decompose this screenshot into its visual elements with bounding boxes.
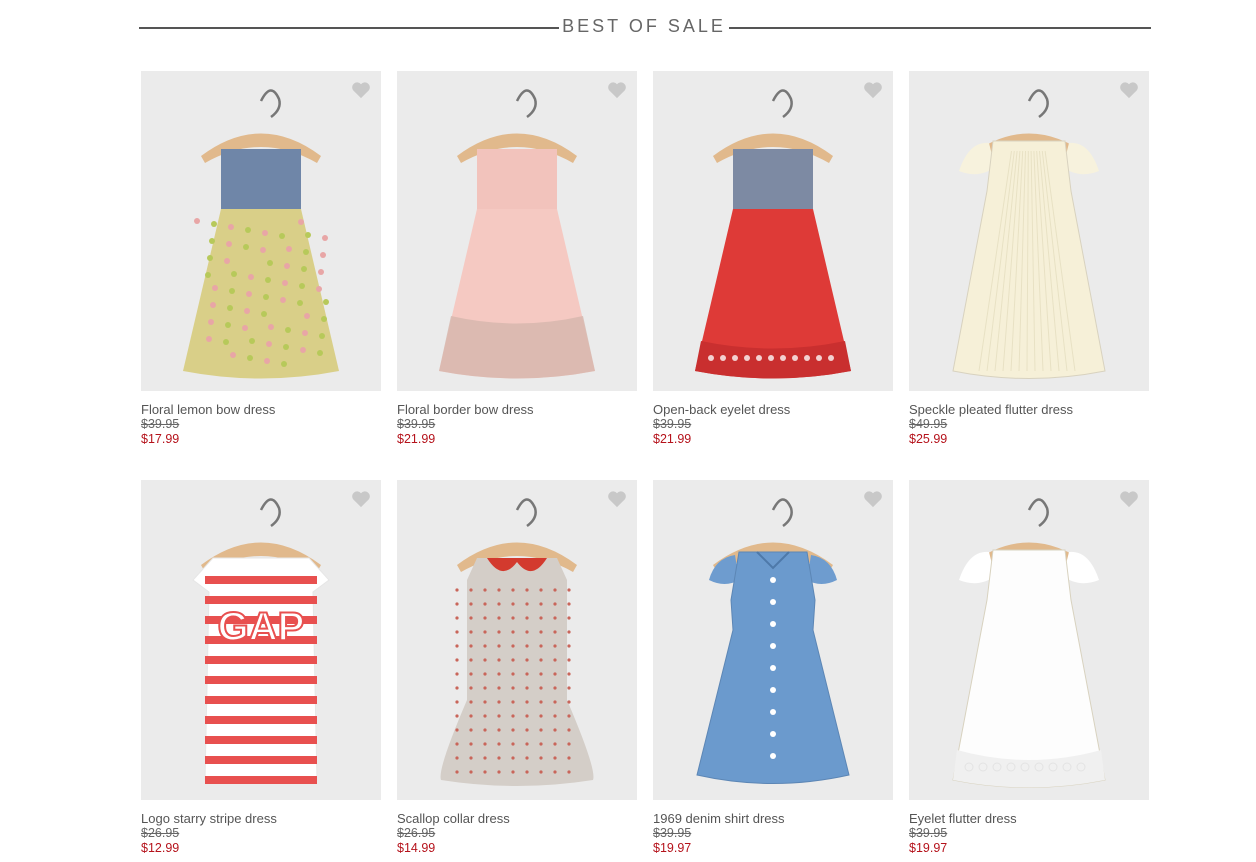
original-price: $49.95	[909, 417, 948, 431]
heart-icon[interactable]	[1119, 490, 1139, 508]
red-eyelet-dress-icon	[695, 89, 851, 379]
section-title: BEST OF SALE	[562, 16, 726, 36]
product-name[interactable]: Speckle pleated flutter dress	[909, 402, 1149, 417]
product-name[interactable]: Open-back eyelet dress	[653, 402, 893, 417]
striped-logo-dress-icon: GAP	[192, 498, 330, 784]
product-image[interactable]	[653, 71, 893, 391]
product-card[interactable]: Speckle pleated flutter dress $49.95 $25.9…	[909, 71, 1149, 447]
header-rule-right	[729, 27, 1151, 29]
product-card[interactable]: Open-back eyelet dress $39.95 $21.99	[653, 71, 893, 447]
product-image[interactable]: GAP	[141, 480, 381, 800]
sale-price: $19.97	[909, 841, 948, 855]
heart-icon[interactable]	[351, 81, 371, 99]
svg-text:GAP: GAP	[218, 605, 305, 649]
product-image[interactable]	[909, 71, 1149, 391]
original-price: $39.95	[653, 417, 692, 431]
header-rule-left	[139, 27, 559, 29]
denim-dress-icon	[696, 498, 850, 784]
white-eyelet-dress-icon	[952, 498, 1106, 788]
product-card[interactable]: 1969 denim shirt dress $39.95 $19.97	[653, 480, 893, 856]
product-card[interactable]: GAP Logo starry stripe dress $26.95 $12.99	[141, 480, 381, 856]
heart-icon[interactable]	[1119, 81, 1139, 99]
sale-price: $12.99	[141, 841, 180, 855]
original-price: $26.95	[141, 826, 180, 840]
product-card[interactable]: Floral border bow dress $39.95 $21.99	[397, 71, 637, 447]
sale-price: $21.99	[653, 432, 692, 446]
product-image[interactable]	[397, 71, 637, 391]
product-card[interactable]: Eyelet flutter dress $39.95 $19.97	[909, 480, 1149, 856]
product-image[interactable]	[397, 480, 637, 800]
product-name[interactable]: Scallop collar dress	[397, 811, 637, 826]
original-price: $39.95	[909, 826, 948, 840]
product-image[interactable]	[141, 71, 381, 391]
sale-price: $21.99	[397, 432, 436, 446]
section-header: BEST OF SALE	[139, 14, 1151, 40]
heart-icon[interactable]	[863, 81, 883, 99]
original-price: $39.95	[397, 417, 436, 431]
sale-price: $25.99	[909, 432, 948, 446]
sale-price: $19.97	[653, 841, 692, 855]
product-name[interactable]: Floral border bow dress	[397, 402, 637, 417]
original-price: $39.95	[141, 417, 180, 431]
original-price: $39.95	[653, 826, 692, 840]
product-name[interactable]: Floral lemon bow dress	[141, 402, 381, 417]
product-image[interactable]	[909, 480, 1149, 800]
product-card[interactable]: Scallop collar dress $26.95 $14.99	[397, 480, 637, 856]
product-name[interactable]: Logo starry stripe dress	[141, 811, 381, 826]
sale-price: $14.99	[397, 841, 436, 855]
product-card[interactable]: Floral lemon bow dress $39.95 $17.99	[141, 71, 381, 447]
floral-dress-icon	[183, 89, 339, 379]
polka-dot-dress-icon	[440, 498, 594, 786]
cream-pleated-dress-icon	[952, 89, 1106, 379]
original-price: $26.95	[397, 826, 436, 840]
product-name[interactable]: 1969 denim shirt dress	[653, 811, 893, 826]
heart-icon[interactable]	[351, 490, 371, 508]
product-image[interactable]	[653, 480, 893, 800]
pink-dress-icon	[439, 89, 595, 379]
sale-price: $17.99	[141, 432, 180, 446]
heart-icon[interactable]	[607, 490, 627, 508]
heart-icon[interactable]	[863, 490, 883, 508]
product-name[interactable]: Eyelet flutter dress	[909, 811, 1149, 826]
heart-icon[interactable]	[607, 81, 627, 99]
